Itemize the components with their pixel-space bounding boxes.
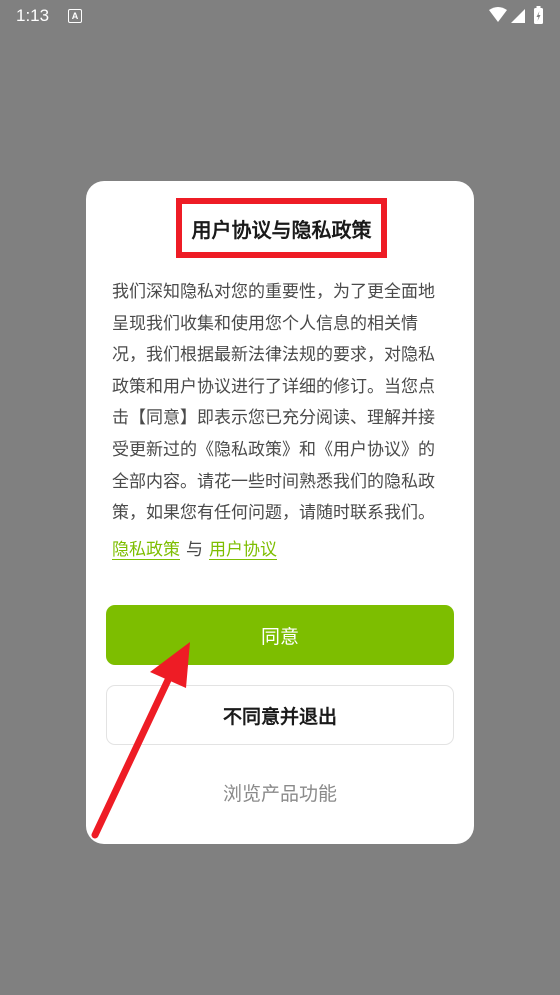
battery-charging-icon xyxy=(534,6,543,24)
signal-icon xyxy=(511,9,525,23)
wifi-icon xyxy=(489,7,507,22)
status-bar: 1:13 A xyxy=(0,0,560,34)
browse-features-link[interactable]: 浏览产品功能 xyxy=(106,779,454,806)
agree-button[interactable]: 同意 xyxy=(106,605,454,665)
user-agreement-link[interactable]: 用户协议 xyxy=(209,540,277,560)
dialog-body-text: 我们深知隐私对您的重要性，为了更全面地呈现我们收集和使用您个人信息的相关情况，我… xyxy=(112,282,435,524)
status-time: 1:13 xyxy=(16,6,50,25)
title-highlight-box: 用户协议与隐私政策 xyxy=(176,198,387,258)
a-letter-icon: A xyxy=(68,9,82,23)
disagree-exit-button[interactable]: 不同意并退出 xyxy=(106,685,454,745)
policy-links: 隐私政策与用户协议 xyxy=(112,535,277,560)
links-separator: 与 xyxy=(186,540,203,560)
privacy-policy-link[interactable]: 隐私政策 xyxy=(112,540,180,560)
dialog-title: 用户协议与隐私政策 xyxy=(191,217,372,242)
privacy-dialog: 用户协议与隐私政策 我们深知隐私对您的重要性，为了更全面地呈现我们收集和使用您个… xyxy=(86,181,474,844)
status-icons xyxy=(488,6,546,26)
